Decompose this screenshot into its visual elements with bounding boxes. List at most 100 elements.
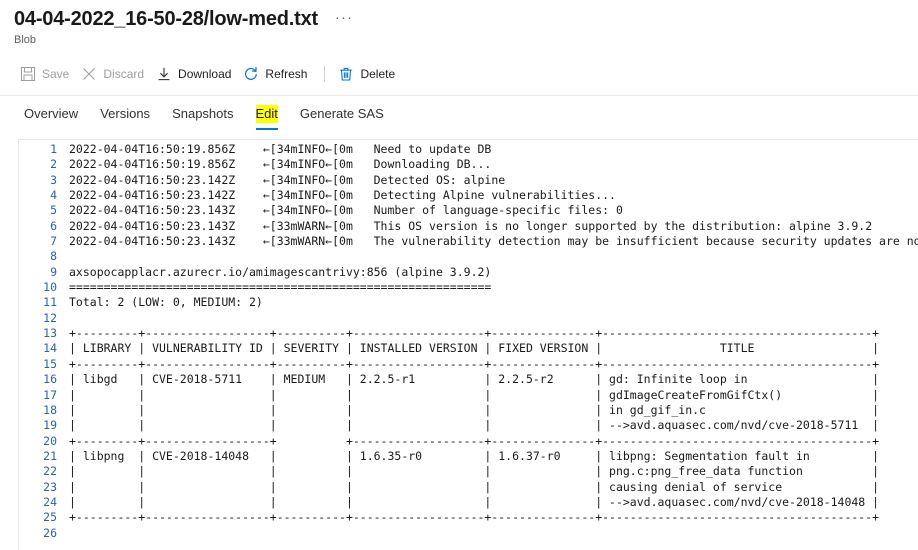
save-icon <box>20 66 36 82</box>
code-line: 16 | libgd | CVE-2018-5711 | MEDIUM | 2.2… <box>19 372 918 387</box>
command-divider <box>324 66 326 82</box>
line-text: | | | | | | -->avd.aquasec.com/nvd/cve-2… <box>69 418 880 433</box>
code-line: 14 | LIBRARY | VULNERABILITY ID | SEVERIT… <box>19 341 918 356</box>
line-text: | | | | | | in gd_gif_in.c | <box>69 402 880 417</box>
code-line: 11 Total: 2 (LOW: 0, MEDIUM: 2) <box>19 295 918 310</box>
line-number: 13 <box>43 326 57 341</box>
tab-edit-label: Edit <box>255 105 278 123</box>
line-number: 21 <box>43 448 57 463</box>
line-text: axsopocapplacr.azurecr.io/amimagescantri… <box>69 264 492 279</box>
line-text: Total: 2 (LOW: 0, MEDIUM: 2) <box>69 295 263 310</box>
line-text: 2022-04-04T16:50:19.856Z ←[34mINFO←[0m N… <box>69 142 492 156</box>
code-line: 15 +---------+------------------+--------… <box>19 357 918 372</box>
line-number: 12 <box>43 310 57 325</box>
line-text: | LIBRARY | VULNERABILITY ID | SEVERITY … <box>69 341 880 356</box>
line-number: 15 <box>43 356 57 371</box>
page-subtitle: Blob <box>14 34 37 46</box>
line-text: | libgd | CVE-2018-5711 | MEDIUM | 2.2.5… <box>69 372 880 387</box>
code-editor[interactable]: 1 2022-04-04T16:50:19.856Z ←[34mINFO←[0m … <box>18 139 918 550</box>
line-number: 26 <box>43 525 57 540</box>
tab-snapshots[interactable]: Snapshots <box>162 97 243 132</box>
line-number: 11 <box>43 295 57 310</box>
code-line: 24 | | | | | | -->avd.aquasec.com/nvd/cve… <box>19 495 918 510</box>
line-text: +---------+------------------+----------… <box>69 510 880 525</box>
refresh-button[interactable]: Refresh <box>239 63 315 85</box>
save-button[interactable]: Save <box>16 63 77 85</box>
line-number: 6 <box>50 218 57 233</box>
code-line: 10 ======================================… <box>19 280 918 295</box>
line-text: +---------+------------------+----------… <box>69 356 880 371</box>
line-number: 2 <box>50 157 57 172</box>
code-line: 22 | | | | | | png.c:png_free_data functi… <box>19 464 918 479</box>
line-number: 14 <box>43 341 57 356</box>
code-line: 23 | | | | | | causing denial of service … <box>19 480 918 495</box>
tab-edit[interactable]: Edit <box>246 97 288 132</box>
code-line: 12 <box>19 311 918 326</box>
line-number: 20 <box>43 433 57 448</box>
discard-label: Discard <box>103 67 145 81</box>
code-line: 2 2022-04-04T16:50:19.856Z ←[34mINFO←[0m … <box>19 157 918 172</box>
line-number: 23 <box>43 479 57 494</box>
line-number: 19 <box>43 418 57 433</box>
line-number: 10 <box>43 280 57 295</box>
line-text: 2022-04-04T16:50:19.856Z ←[34mINFO←[0m D… <box>69 157 492 172</box>
refresh-label: Refresh <box>265 67 308 81</box>
line-text: | | | | | | causing denial of service | <box>69 479 880 494</box>
code-line: 8 <box>19 249 918 264</box>
line-text: 2022-04-04T16:50:23.143Z ←[33mWARN←[0m T… <box>69 218 873 233</box>
page-title: 04-04-2022_16-50-28/low-med.txt <box>14 8 318 30</box>
delete-icon <box>338 66 354 82</box>
code-line: 21 | libpng | CVE-2018-14048 | | 1.6.35-r… <box>19 449 918 464</box>
tab-overview-label: Overview <box>24 106 79 121</box>
discard-icon <box>81 66 97 82</box>
save-label: Save <box>42 67 70 81</box>
more-options-icon[interactable]: ··· <box>332 10 357 24</box>
title-row: 04-04-2022_16-50-28/low-med.txt ··· <box>14 6 918 32</box>
line-number: 4 <box>50 188 57 203</box>
code-line: 4 2022-04-04T16:50:23.142Z ←[34mINFO←[0m … <box>19 188 918 203</box>
line-number: 24 <box>43 494 57 509</box>
code-line: 25 +---------+------------------+--------… <box>19 510 918 525</box>
line-number: 9 <box>50 264 57 279</box>
refresh-icon <box>243 66 259 82</box>
download-icon <box>156 66 172 82</box>
line-number: 17 <box>43 387 57 402</box>
line-text: ========================================… <box>69 280 492 295</box>
line-number: 8 <box>50 249 57 264</box>
line-text: +---------+------------------+ +--------… <box>69 433 880 448</box>
line-text: 2022-04-04T16:50:23.143Z ←[33mWARN←[0m T… <box>69 234 918 249</box>
discard-button[interactable]: Discard <box>77 63 152 85</box>
code-content[interactable]: 1 2022-04-04T16:50:19.856Z ←[34mINFO←[0m … <box>19 140 918 541</box>
line-text: 2022-04-04T16:50:23.142Z ←[34mINFO←[0m D… <box>69 172 506 187</box>
code-line: 3 2022-04-04T16:50:23.142Z ←[34mINFO←[0m … <box>19 173 918 188</box>
code-line: 5 2022-04-04T16:50:23.143Z ←[34mINFO←[0m … <box>19 203 918 218</box>
line-number: 16 <box>43 372 57 387</box>
code-line: 20 +---------+------------------+ +------… <box>19 434 918 449</box>
line-text: | libpng | CVE-2018-14048 | | 1.6.35-r0 … <box>69 448 880 463</box>
code-line: 26 <box>19 526 918 541</box>
command-bar: Save Discard Download Refresh Delete <box>0 59 918 96</box>
line-number: 22 <box>43 464 57 479</box>
line-text: 2022-04-04T16:50:23.143Z ←[34mINFO←[0m N… <box>69 203 623 218</box>
line-text: +---------+------------------+----------… <box>69 326 880 341</box>
code-line: 1 2022-04-04T16:50:19.856Z ←[34mINFO←[0m … <box>19 142 918 157</box>
code-line: 19 | | | | | | -->avd.aquasec.com/nvd/cve… <box>19 418 918 433</box>
line-number: 18 <box>43 402 57 417</box>
line-number: 5 <box>50 203 57 218</box>
tab-overview[interactable]: Overview <box>14 97 88 132</box>
download-button[interactable]: Download <box>152 63 239 85</box>
delete-label: Delete <box>360 67 396 81</box>
tab-generate-sas[interactable]: Generate SAS <box>290 97 394 132</box>
code-line: 7 2022-04-04T16:50:23.143Z ←[33mWARN←[0m … <box>19 234 918 249</box>
tab-versions-label: Versions <box>100 106 151 121</box>
line-text: | | | | | | png.c:png_free_data function… <box>69 464 880 479</box>
tab-versions[interactable]: Versions <box>90 97 160 132</box>
tab-generate-sas-label: Generate SAS <box>299 106 384 121</box>
tab-snapshots-label: Snapshots <box>172 106 234 121</box>
line-number: 1 <box>50 142 57 156</box>
line-text: | | | | | | -->avd.aquasec.com/nvd/cve-2… <box>69 494 880 509</box>
delete-button[interactable]: Delete <box>334 63 403 85</box>
code-line: 6 2022-04-04T16:50:23.143Z ←[33mWARN←[0m … <box>19 219 918 234</box>
line-number: 7 <box>50 234 57 249</box>
line-number: 3 <box>50 172 57 187</box>
